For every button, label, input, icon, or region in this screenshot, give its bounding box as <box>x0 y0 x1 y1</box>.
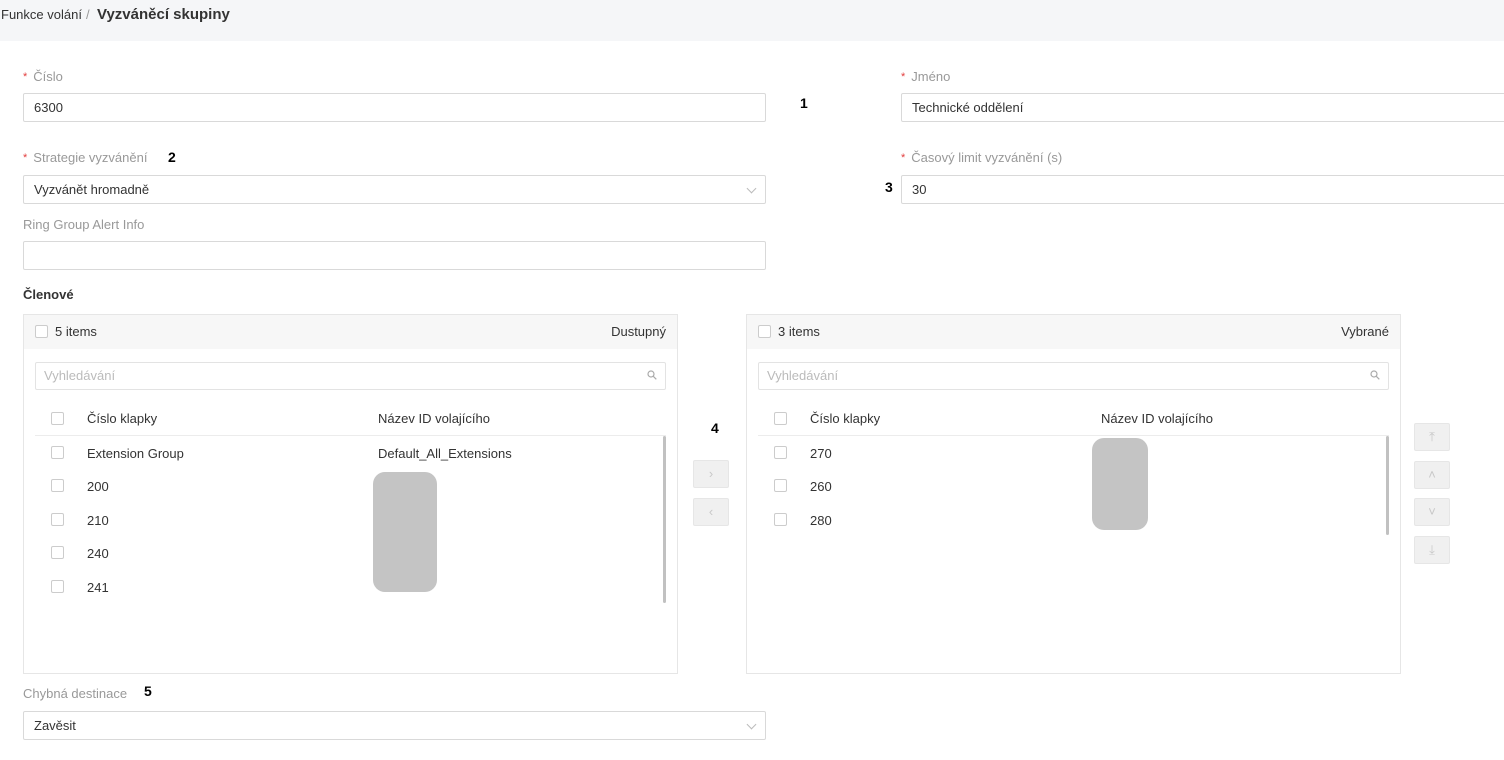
selected-count: 3 items <box>778 324 820 339</box>
row-extension: 210 <box>87 513 109 528</box>
strategy-label-text: Strategie vyzvánění <box>33 150 148 165</box>
move-left-button[interactable]: ‹ <box>693 498 729 526</box>
selected-col-caller-id: Název ID volajícího <box>1101 411 1213 426</box>
breadcrumb-parent[interactable]: Funkce volání <box>1 7 82 22</box>
selected-title: Vybrané <box>1341 324 1389 339</box>
selected-header-divider <box>758 435 1389 436</box>
available-scrollbar[interactable] <box>663 436 666 603</box>
breadcrumb-bar: Funkce volání / Vyzváněcí skupiny <box>0 0 1504 41</box>
available-header-divider <box>35 435 666 436</box>
redacted-caller-ids <box>1092 438 1148 530</box>
chevron-down-icon <box>746 719 757 730</box>
members-title: Členové <box>23 287 74 302</box>
annotation-marker-4: 4 <box>711 420 719 436</box>
move-to-bottom-button[interactable]: ⤓ <box>1414 536 1450 564</box>
move-to-top-button[interactable]: ⤒ <box>1414 423 1450 451</box>
selected-search-placeholder: Vyhledávání <box>767 368 839 383</box>
row-checkbox[interactable] <box>51 513 64 526</box>
required-marker: * <box>901 71 906 83</box>
available-col-caller-id: Název ID volajícího <box>378 411 490 426</box>
row-extension: 200 <box>87 479 109 494</box>
move-down-button[interactable]: ˅ <box>1414 498 1450 526</box>
row-checkbox[interactable] <box>774 479 787 492</box>
selected-panel: 3 items Vybrané Vyhledávání Číslo klapky… <box>746 314 1401 674</box>
row-checkbox[interactable] <box>51 546 64 559</box>
timeout-label-text: Časový limit vyzvánění (s) <box>911 150 1063 165</box>
fail-destination-value: Zavěsit <box>34 718 76 733</box>
available-search-placeholder: Vyhledávání <box>44 368 116 383</box>
row-extension: 241 <box>87 580 109 595</box>
number-field[interactable]: 6300 <box>23 93 766 122</box>
move-right-button[interactable]: › <box>693 460 729 488</box>
available-panel-header: 5 items Dustupný <box>24 315 677 349</box>
page-title: Vyzváněcí skupiny <box>97 6 230 23</box>
timeout-label: * Časový limit vyzvánění (s) <box>901 150 1062 165</box>
row-extension: 280 <box>810 513 832 528</box>
selected-scrollbar[interactable] <box>1386 436 1389 535</box>
row-checkbox[interactable] <box>51 580 64 593</box>
selected-header-checkbox[interactable] <box>774 412 787 425</box>
row-caller-id: Default_All_Extensions <box>378 446 512 461</box>
row-extension: 260 <box>810 479 832 494</box>
available-header-checkbox[interactable] <box>51 412 64 425</box>
row-extension: Extension Group <box>87 446 184 461</box>
required-marker: * <box>23 71 28 83</box>
strategy-select[interactable]: Vyzvánět hromadně <box>23 175 766 204</box>
annotation-marker-5: 5 <box>144 683 152 699</box>
breadcrumb-separator: / <box>86 7 90 22</box>
number-label: * Číslo <box>23 69 63 84</box>
annotation-marker-2: 2 <box>168 149 176 165</box>
row-checkbox[interactable] <box>51 446 64 459</box>
selected-col-extension: Číslo klapky <box>810 411 881 426</box>
available-select-all-checkbox[interactable] <box>35 325 48 338</box>
row-checkbox[interactable] <box>51 479 64 492</box>
fail-destination-label: Chybná destinace <box>23 686 128 701</box>
name-label: * Jméno <box>901 69 950 84</box>
row-extension: 240 <box>87 546 109 561</box>
annotation-marker-3: 3 <box>885 179 893 195</box>
available-count: 5 items <box>55 324 97 339</box>
timeout-field[interactable]: 30 <box>901 175 1504 204</box>
chevron-down-icon <box>746 183 757 194</box>
fail-destination-select[interactable]: Zavěsit <box>23 711 766 740</box>
selected-panel-header: 3 items Vybrané <box>747 315 1400 349</box>
row-checkbox[interactable] <box>774 446 787 459</box>
strategy-select-value: Vyzvánět hromadně <box>34 182 150 197</box>
name-label-text: Jméno <box>911 69 951 84</box>
row-checkbox[interactable] <box>774 513 787 526</box>
available-col-extension: Číslo klapky <box>87 411 158 426</box>
required-marker: * <box>901 152 906 164</box>
available-panel: 5 items Dustupný Vyhledávání Číslo klapk… <box>23 314 678 674</box>
required-marker: * <box>23 152 28 164</box>
available-search-input[interactable]: Vyhledávání <box>35 362 666 390</box>
annotation-marker-1: 1 <box>800 95 808 111</box>
alert-info-field[interactable] <box>23 241 766 270</box>
search-icon <box>1370 370 1380 380</box>
alert-info-label: Ring Group Alert Info <box>23 217 145 232</box>
row-extension: 270 <box>810 446 832 461</box>
number-label-text: Číslo <box>33 69 63 84</box>
selected-search-input[interactable]: Vyhledávání <box>758 362 1389 390</box>
name-field[interactable]: Technické oddělení <box>901 93 1504 122</box>
redacted-caller-ids <box>373 472 437 592</box>
available-title: Dustupný <box>611 324 666 339</box>
strategy-label: * Strategie vyzvánění <box>23 150 147 165</box>
move-up-button[interactable]: ˄ <box>1414 461 1450 489</box>
selected-select-all-checkbox[interactable] <box>758 325 771 338</box>
search-icon <box>647 370 657 380</box>
